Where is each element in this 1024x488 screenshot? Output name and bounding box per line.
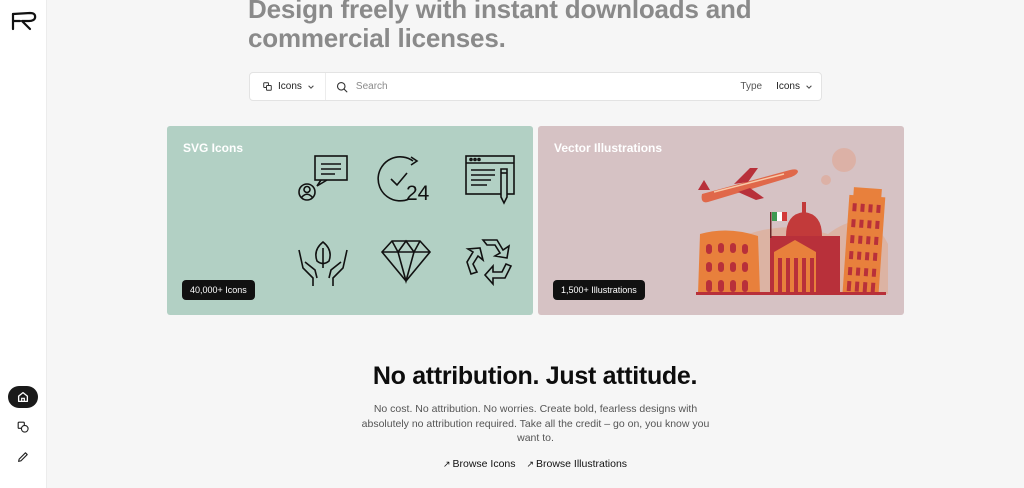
home-icon [17, 391, 29, 403]
diamond-icon [380, 239, 432, 284]
airplane [698, 168, 798, 203]
clock-24-icon: 24 [377, 156, 430, 205]
browse-links: ↗ Browse Icons ↗ Browse Illustrations [0, 458, 1024, 470]
chevron-down-icon [806, 84, 812, 89]
recycle-icon [465, 239, 513, 287]
web-edit-icon [465, 155, 515, 205]
card-title: SVG Icons [183, 141, 244, 155]
browse-illustrations-label: Browse Illustrations [536, 458, 628, 470]
shapes-icon [17, 421, 29, 433]
browse-illustrations-link[interactable]: ↗ Browse Illustrations [526, 458, 627, 470]
hero-title-line1: Design freely with instant downloads and [248, 0, 752, 24]
chevron-down-icon [308, 84, 314, 89]
hero-title: Design freely with instant downloads and… [248, 0, 868, 53]
arrow-up-right-icon: ↗ [526, 459, 534, 469]
category-dropdown[interactable]: Icons [250, 73, 326, 100]
vector-illustrations-card[interactable]: Vector Illustrations 1,500+ Illustration… [538, 126, 904, 315]
category-label: Icons [278, 81, 302, 92]
type-label: Type [740, 81, 763, 92]
hero-title-line2: commercial licenses. [248, 23, 506, 53]
svg-text:24: 24 [406, 182, 430, 205]
section-description: No cost. No attribution. No worries. Cre… [361, 403, 710, 444]
browse-icons-link[interactable]: ↗ Browse Icons [443, 458, 516, 470]
search-field[interactable] [326, 73, 741, 100]
icons-count-badge: 40,000+ Icons [182, 280, 255, 300]
svg-icons-card[interactable]: SVG Icons 24 40,000+ Icons [167, 126, 533, 315]
type-value: Icons [776, 81, 800, 92]
shapes-icon [263, 82, 272, 91]
browse-icons-label: Browse Icons [452, 458, 516, 470]
type-dropdown[interactable]: Icons [776, 81, 813, 92]
hands-plant-icon [298, 240, 348, 286]
logo[interactable] [10, 10, 38, 32]
search-bar: Icons Type Icons [249, 72, 822, 101]
leaning-tower [842, 187, 886, 296]
italy-landmarks-illustration [696, 148, 888, 296]
section-heading: No attribution. Just attitude. [372, 362, 698, 390]
search-input[interactable] [355, 81, 656, 92]
arrow-up-right-icon: ↗ [442, 459, 451, 469]
sidebar [0, 0, 47, 488]
card-title: Vector Illustrations [554, 141, 663, 155]
chat-user-icon [298, 155, 348, 201]
illustrations-count-badge: 1,500+ Illustrations [553, 280, 645, 300]
sidebar-item-icons[interactable] [8, 416, 38, 438]
search-icon [336, 81, 348, 92]
colosseum [698, 230, 760, 294]
